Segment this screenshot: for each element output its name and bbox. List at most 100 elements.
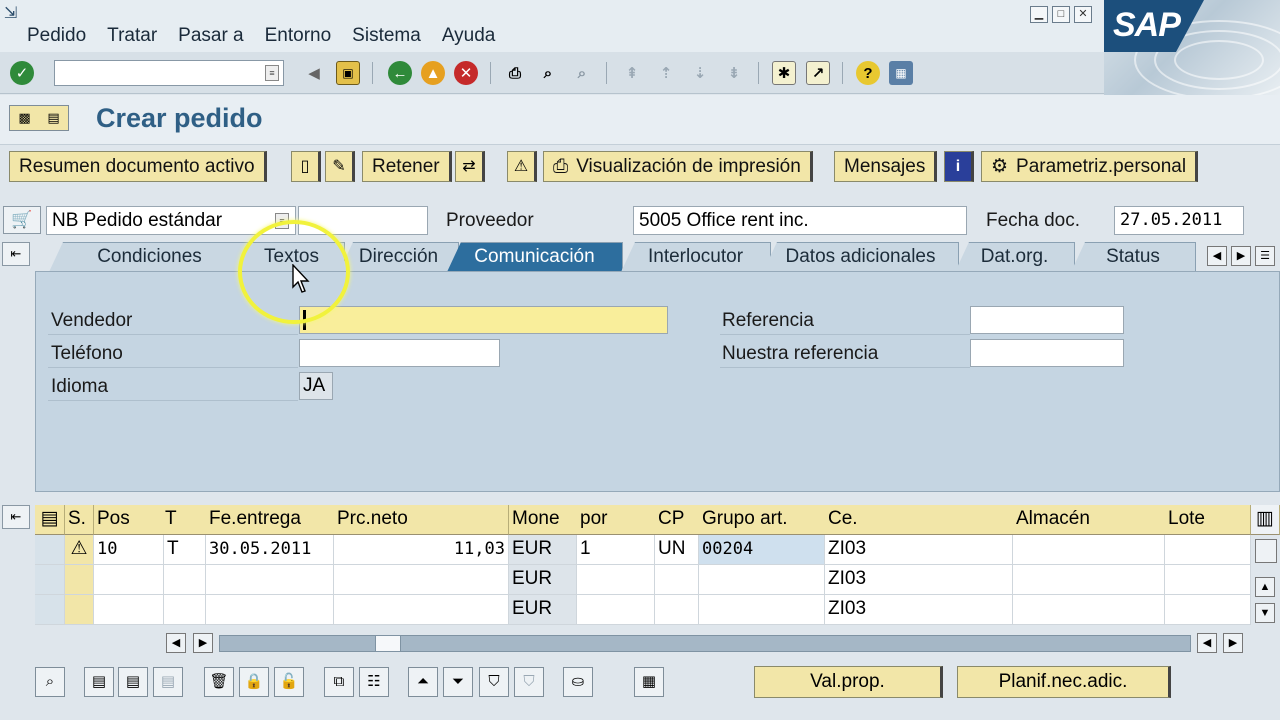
- cell-grupo-art[interactable]: [699, 565, 825, 595]
- scroll-up-icon[interactable]: ▲: [1255, 577, 1275, 597]
- cell-grupo-art[interactable]: [699, 595, 825, 625]
- find-next-icon[interactable]: ⌕: [570, 61, 594, 85]
- shopping-bag-icon[interactable]: ⛀: [563, 667, 593, 697]
- cell-almacen[interactable]: [1013, 595, 1165, 625]
- info-icon[interactable]: i: [944, 151, 974, 182]
- select-all-icon[interactable]: ▤: [35, 505, 65, 535]
- proveedor-field[interactable]: 5005 Office rent inc.: [633, 206, 967, 235]
- cell-fecha[interactable]: [206, 595, 334, 625]
- scroll-down-icon[interactable]: ▼: [1255, 603, 1275, 623]
- triangle-left-icon[interactable]: ◀: [302, 61, 326, 85]
- col-header-fe-entrega[interactable]: Fe.entrega: [206, 505, 335, 535]
- collapse-items-icon[interactable]: ⇤: [2, 505, 30, 529]
- menu-entorno[interactable]: Entorno: [265, 25, 332, 47]
- cell-por[interactable]: 1: [577, 535, 655, 565]
- item-list-icon[interactable]: ▦: [634, 667, 664, 697]
- retener-button[interactable]: Retener: [362, 151, 452, 182]
- filter-settings-icon[interactable]: ⛉: [514, 667, 544, 697]
- tab-datos-adicionales[interactable]: Datos adicionales: [763, 242, 959, 272]
- filter-icon[interactable]: ⛉: [479, 667, 509, 697]
- first-page-icon[interactable]: ⇞: [620, 61, 644, 85]
- col-header-cp[interactable]: CP: [655, 505, 701, 535]
- cell-precio[interactable]: [334, 565, 509, 595]
- col-header-pos[interactable]: Pos: [94, 505, 166, 535]
- command-history-icon[interactable]: ≡: [265, 65, 279, 81]
- enter-check-icon[interactable]: ✓: [10, 61, 34, 85]
- sort-ascending-icon[interactable]: ⏶: [408, 667, 438, 697]
- col-header-por[interactable]: por: [577, 505, 657, 535]
- warning-icon[interactable]: ⚠: [65, 535, 94, 565]
- cell-pos[interactable]: [94, 565, 164, 595]
- lock-icon[interactable]: 🔒: [239, 667, 269, 697]
- vscroll-thumb[interactable]: [1255, 539, 1277, 563]
- visualizacion-impresion-button[interactable]: ⎙ Visualización de impresión: [543, 151, 813, 182]
- fecha-doc-field[interactable]: 27.05.2011: [1114, 206, 1244, 235]
- cell-grupo-art[interactable]: 00204: [699, 535, 825, 565]
- save-icon[interactable]: ▣: [336, 61, 360, 85]
- menu-tratar[interactable]: Tratar: [107, 25, 157, 47]
- minimize-icon[interactable]: ▁: [1030, 6, 1048, 23]
- cell-almacen[interactable]: [1013, 535, 1165, 565]
- scroll-left-icon[interactable]: ◀: [166, 633, 186, 653]
- scroll-far-right-icon[interactable]: ▶: [1223, 633, 1243, 653]
- row-selector[interactable]: [35, 595, 65, 625]
- cell-ce[interactable]: ZI03: [825, 565, 1013, 595]
- other-document-icon[interactable]: ⇄: [455, 151, 485, 182]
- collapse-header-icon[interactable]: ⇤: [2, 242, 30, 266]
- val-prop-button[interactable]: Val.prop.: [754, 666, 943, 698]
- maximize-icon[interactable]: □: [1052, 6, 1070, 23]
- cell-lote[interactable]: [1165, 565, 1251, 595]
- cell-pos[interactable]: 10: [94, 535, 164, 565]
- cell-fecha[interactable]: [206, 565, 334, 595]
- cell-por[interactable]: [577, 565, 655, 595]
- document-overview-icon[interactable]: ▩ ▤: [9, 105, 69, 131]
- scroll-right-icon[interactable]: ▶: [193, 633, 213, 653]
- check-icon[interactable]: ⚠: [507, 151, 537, 182]
- col-header-almacen[interactable]: Almacén: [1013, 505, 1167, 535]
- cell-ce[interactable]: ZI03: [825, 535, 1013, 565]
- print-icon[interactable]: ⎙: [503, 61, 527, 85]
- window-menu-icon[interactable]: ⇲: [4, 3, 17, 23]
- close-window-icon[interactable]: ✕: [1074, 6, 1092, 23]
- cell-precio[interactable]: [334, 595, 509, 625]
- shortcut-icon[interactable]: ↗: [806, 61, 830, 85]
- last-page-icon[interactable]: ⇟: [722, 61, 746, 85]
- mensajes-button[interactable]: Mensajes: [834, 151, 938, 182]
- parametriz-personal-button[interactable]: ⚙ Parametriz.personal: [981, 151, 1199, 182]
- menu-pasar-a[interactable]: Pasar a: [178, 25, 243, 47]
- cell-precio[interactable]: 11,03: [334, 535, 509, 565]
- scroll-thumb[interactable]: [375, 635, 401, 652]
- row-selector[interactable]: [35, 535, 65, 565]
- cell-t[interactable]: T: [164, 535, 206, 565]
- col-header-prc-neto[interactable]: Prc.neto: [334, 505, 509, 535]
- cell-lote[interactable]: [1165, 595, 1251, 625]
- cell-ce[interactable]: ZI03: [825, 595, 1013, 625]
- table-settings-icon[interactable]: ▥: [1251, 505, 1280, 535]
- tab-condiciones[interactable]: Condiciones: [49, 242, 251, 272]
- tab-status[interactable]: Status: [1071, 242, 1196, 272]
- back-icon[interactable]: ←: [388, 61, 412, 85]
- tab-list-icon[interactable]: ☰: [1255, 246, 1275, 266]
- idioma-field[interactable]: JA: [299, 372, 333, 400]
- menu-sistema[interactable]: Sistema: [352, 25, 421, 47]
- command-field[interactable]: ≡: [54, 60, 284, 86]
- tab-comunicacion[interactable]: Comunicación: [447, 242, 623, 272]
- sort-descending-icon[interactable]: ⏷: [443, 667, 473, 697]
- planif-nec-adic-button[interactable]: Planif.nec.adic.: [957, 666, 1171, 698]
- select-block-icon[interactable]: ▤: [153, 667, 183, 697]
- next-page-icon[interactable]: ⇣: [688, 61, 712, 85]
- cell-lote[interactable]: [1165, 535, 1251, 565]
- cell-cp[interactable]: UN: [655, 535, 699, 565]
- cell-almacen[interactable]: [1013, 565, 1165, 595]
- cancel-icon[interactable]: ✕: [454, 61, 478, 85]
- display-change-icon[interactable]: ✎: [325, 151, 355, 182]
- scroll-far-left-icon[interactable]: ◀: [1197, 633, 1217, 653]
- find-icon[interactable]: ⌕: [536, 61, 560, 85]
- col-header-status[interactable]: S.: [65, 505, 94, 535]
- col-header-t[interactable]: T: [162, 505, 208, 535]
- scroll-track[interactable]: [219, 635, 1191, 652]
- tab-scroll-left-icon[interactable]: ◀: [1207, 246, 1227, 266]
- cell-cp[interactable]: [655, 565, 699, 595]
- nuestra-referencia-field[interactable]: [970, 339, 1124, 367]
- tab-dat-org[interactable]: Dat.org.: [955, 242, 1075, 272]
